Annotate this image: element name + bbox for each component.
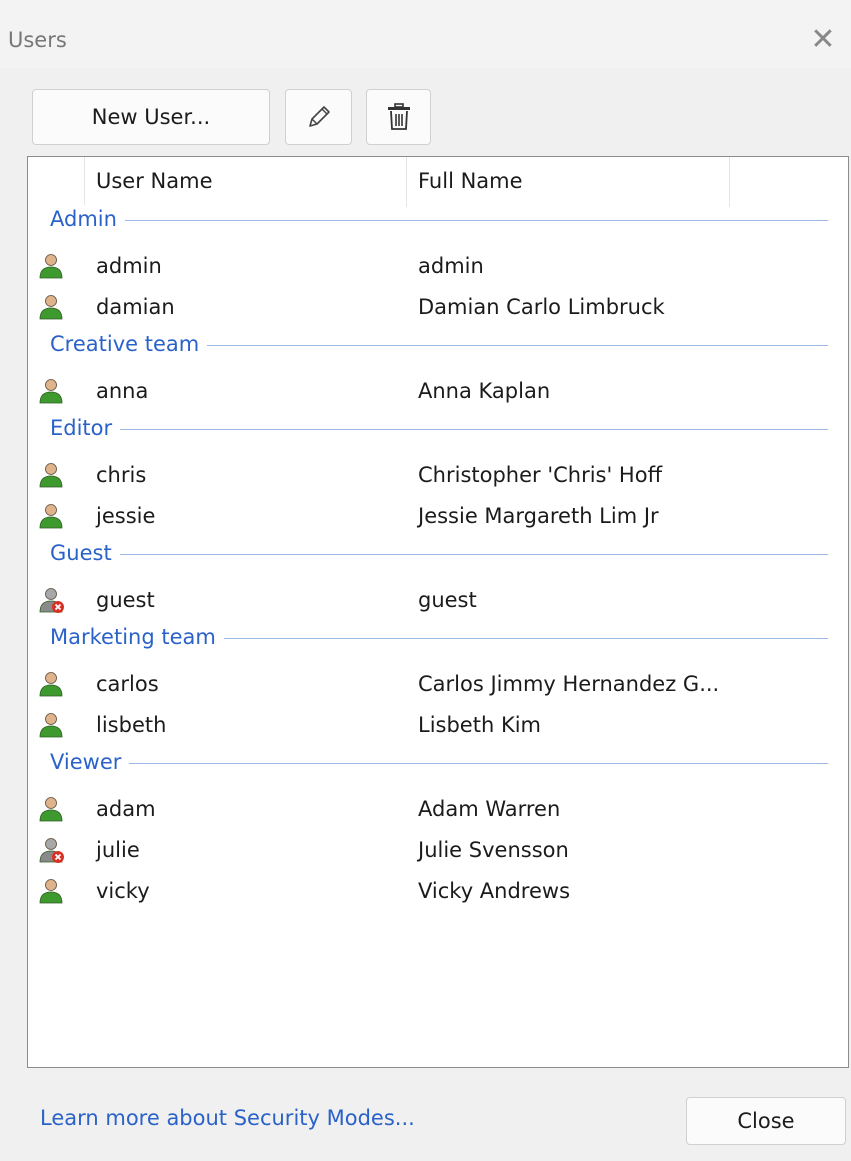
table-row[interactable]: jessie Jessie Margareth Lim Jr	[28, 498, 848, 536]
table-row[interactable]: damian Damian Carlo Limbruck	[28, 289, 848, 327]
user-name-cell: jessie	[96, 504, 156, 528]
user-name-cell: admin	[96, 254, 162, 278]
column-full-name[interactable]: Full Name	[418, 169, 523, 193]
delete-user-button[interactable]	[366, 89, 431, 145]
users-dialog: Users ✕ New User... User Name Full Name …	[0, 0, 851, 1161]
user-icon	[38, 377, 66, 405]
group-header: Admin	[28, 205, 848, 235]
learn-more-link[interactable]: Learn more about Security Modes...	[40, 1106, 415, 1130]
full-name-cell: Carlos Jimmy Hernandez G...	[418, 672, 720, 696]
user-name-cell: anna	[96, 379, 149, 403]
table-row[interactable]: chris Christopher 'Chris' Hoff	[28, 457, 848, 495]
table-row[interactable]: admin admin	[28, 248, 848, 286]
group-header: Editor	[28, 414, 848, 444]
column-user-name[interactable]: User Name	[96, 169, 213, 193]
close-icon[interactable]: ✕	[803, 20, 843, 60]
user-list[interactable]: User Name Full Name Admin admin admin damia…	[27, 156, 849, 1068]
user-disabled-icon	[38, 586, 66, 614]
group-label: Viewer	[50, 748, 130, 776]
group-header: Guest	[28, 539, 848, 569]
column-separator[interactable]	[406, 157, 407, 207]
new-user-label: New User...	[91, 105, 211, 129]
group-header: Creative team	[28, 330, 848, 360]
user-icon	[38, 795, 66, 823]
full-name-cell: Damian Carlo Limbruck	[418, 295, 665, 319]
close-button[interactable]: Close	[686, 1097, 846, 1145]
group-label: Guest	[50, 539, 120, 567]
title-bar: Users ✕	[0, 0, 851, 68]
full-name-cell: guest	[418, 588, 477, 612]
group-label: Marketing team	[50, 623, 224, 651]
full-name-cell: Christopher 'Chris' Hoff	[418, 463, 663, 487]
column-header: User Name Full Name	[28, 157, 848, 207]
trash-icon	[385, 102, 413, 132]
column-separator[interactable]	[84, 157, 85, 207]
group-label: Editor	[50, 414, 121, 442]
full-name-cell: Vicky Andrews	[418, 879, 571, 903]
user-icon	[38, 502, 66, 530]
edit-user-button[interactable]	[285, 89, 352, 145]
table-row[interactable]: anna Anna Kaplan	[28, 373, 848, 411]
new-user-button[interactable]: New User...	[32, 89, 270, 145]
full-name-cell: Jessie Margareth Lim Jr	[418, 504, 659, 528]
user-disabled-icon	[38, 836, 66, 864]
user-icon	[38, 670, 66, 698]
user-icon	[38, 461, 66, 489]
group-header: Marketing team	[28, 623, 848, 653]
window-title: Users	[8, 28, 67, 52]
table-row[interactable]: carlos Carlos Jimmy Hernandez G...	[28, 666, 848, 704]
user-name-cell: julie	[96, 838, 140, 862]
group-label: Creative team	[50, 330, 208, 358]
group-label: Admin	[50, 205, 125, 233]
table-row[interactable]: adam Adam Warren	[28, 791, 848, 829]
user-icon	[38, 711, 66, 739]
table-row[interactable]: julie Julie Svensson	[28, 832, 848, 870]
user-name-cell: guest	[96, 588, 155, 612]
user-name-cell: adam	[96, 797, 156, 821]
group-divider	[50, 554, 828, 555]
close-button-label: Close	[737, 1109, 795, 1133]
full-name-cell: Adam Warren	[418, 797, 561, 821]
table-row[interactable]: guest guest	[28, 582, 848, 620]
user-name-cell: chris	[96, 463, 147, 487]
table-row[interactable]: lisbeth Lisbeth Kim	[28, 707, 848, 745]
full-name-cell: Lisbeth Kim	[418, 713, 542, 737]
column-separator[interactable]	[729, 157, 730, 207]
user-icon	[38, 252, 66, 280]
group-divider	[50, 220, 828, 221]
group-divider	[50, 429, 828, 430]
user-icon	[38, 293, 66, 321]
user-name-cell: vicky	[96, 879, 150, 903]
user-name-cell: lisbeth	[96, 713, 167, 737]
full-name-cell: admin	[418, 254, 484, 278]
pencil-icon	[304, 102, 334, 132]
group-divider	[50, 763, 828, 764]
group-header: Viewer	[28, 748, 848, 778]
user-name-cell: damian	[96, 295, 175, 319]
user-icon	[38, 877, 66, 905]
user-name-cell: carlos	[96, 672, 159, 696]
full-name-cell: Julie Svensson	[418, 838, 569, 862]
full-name-cell: Anna Kaplan	[418, 379, 551, 403]
table-row[interactable]: vicky Vicky Andrews	[28, 873, 848, 911]
